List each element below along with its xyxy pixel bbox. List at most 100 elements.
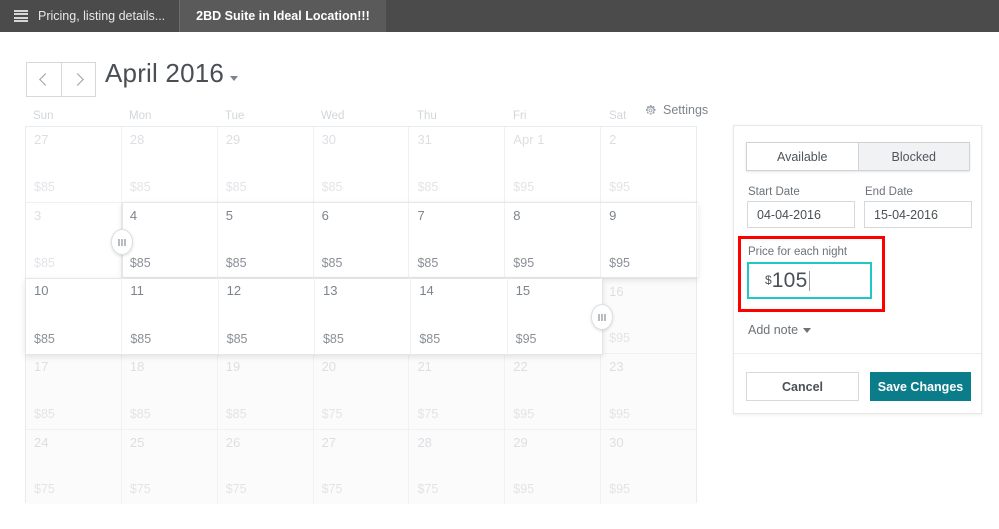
calendar-grid[interactable]: 27 $85 28 $85 29 $85 30 $85 31 $85 Apr 1 $95 2 $95 3 $8…: [25, 126, 698, 504]
calendar-day-cell[interactable]: 20 $75: [312, 354, 409, 429]
day-price: $75: [225, 481, 247, 496]
calendar-day-cell[interactable]: 28 $85: [120, 127, 217, 203]
calendar-day-cell[interactable]: 15 $95: [504, 278, 601, 354]
hamburger-icon[interactable]: [14, 10, 28, 22]
day-price: $85: [225, 331, 247, 346]
day-price: $95: [609, 255, 631, 270]
calendar-day-cell[interactable]: 7 $85: [408, 203, 505, 278]
calendar-day-cell[interactable]: Apr 1 $95: [504, 127, 600, 203]
calendar-day-cell[interactable]: 23 $95: [600, 354, 697, 429]
calendar-day-cell[interactable]: 28 $75: [408, 429, 505, 504]
prev-month-button[interactable]: [27, 63, 61, 96]
calendar-day-cell[interactable]: 19 $85: [216, 354, 313, 429]
day-price: $85: [34, 255, 55, 270]
calendar-day-cell[interactable]: 17 $85: [26, 354, 121, 429]
calendar-day-cell[interactable]: 24 $75: [26, 429, 121, 504]
day-number: 8: [513, 208, 521, 224]
calendar-day-cell[interactable]: 11 $85: [120, 278, 217, 354]
day-price: $95: [609, 406, 631, 421]
day-number: 3: [34, 208, 42, 224]
calendar-day-cell[interactable]: 14 $85: [408, 278, 505, 354]
save-changes-button[interactable]: Save Changes: [870, 372, 971, 401]
calendar-day-cell[interactable]: 25 $75: [120, 429, 217, 504]
calendar-week-row: 27 $85 28 $85 29 $85 30 $85 31 $85 Apr 1 $95 2 $95: [26, 127, 696, 203]
calendar-day-cell[interactable]: 31 $85: [408, 127, 504, 203]
day-price: $85: [129, 331, 151, 346]
calendar-day-cell[interactable]: 9 $95: [600, 203, 697, 278]
month-nav-group: [26, 62, 96, 97]
day-price: $75: [417, 481, 439, 496]
day-price: $85: [417, 180, 439, 195]
calendar-day-cell[interactable]: 5 $85: [216, 203, 313, 278]
day-price: $85: [321, 180, 343, 195]
calendar-day-cell[interactable]: 18 $85: [120, 354, 217, 429]
calendar-day-cell[interactable]: 27 $75: [312, 429, 409, 504]
day-price: $75: [321, 481, 343, 496]
end-date-input[interactable]: 15-04-2016: [864, 201, 972, 228]
day-number: 2: [609, 132, 617, 147]
day-price: $85: [34, 180, 55, 195]
tab-label: Pricing, listing details...: [38, 9, 166, 23]
day-price: $85: [225, 255, 247, 270]
start-date-input[interactable]: 04-04-2016: [747, 201, 855, 228]
day-price: $95: [513, 180, 535, 195]
day-number: 19: [225, 359, 241, 375]
blocked-label: Blocked: [891, 149, 936, 164]
calendar-week-row: 24 $75 25 $75 26 $75 27 $75 28 $75 29 $95 30 $95: [26, 428, 697, 504]
save-label: Save Changes: [877, 379, 964, 394]
selection-start-handle[interactable]: [111, 229, 133, 255]
availability-editor-panel: Available Blocked Start Date 04-04-2016 …: [733, 125, 982, 414]
calendar-day-cell[interactable]: 13 $85: [312, 278, 409, 354]
price-input[interactable]: $ 105: [747, 262, 872, 299]
calendar-day-cell[interactable]: 2 $95: [600, 127, 696, 203]
tab-label: 2BD Suite in Ideal Location!!!: [196, 9, 370, 23]
end-date-label: End Date: [865, 186, 913, 198]
tab-pricing-listing-details[interactable]: Pricing, listing details...: [0, 0, 180, 32]
add-note-toggle[interactable]: Add note: [748, 323, 812, 337]
chevron-left-icon: [39, 73, 52, 86]
tab-2bd-suite[interactable]: 2BD Suite in Ideal Location!!!: [179, 0, 386, 32]
cancel-button[interactable]: Cancel: [746, 372, 859, 401]
calendar-day-cell[interactable]: 30 $85: [312, 127, 409, 203]
chevron-down-icon[interactable]: [230, 76, 238, 81]
price-value: 105: [771, 268, 808, 292]
start-date-value: 04-04-2016: [757, 207, 821, 222]
day-price: $75: [417, 406, 439, 421]
available-option[interactable]: Available: [747, 143, 858, 170]
day-number: 23: [609, 359, 624, 375]
day-number: 14: [417, 283, 432, 299]
calendar-day-cell[interactable]: 6 $85: [312, 203, 409, 278]
day-number: 30: [321, 132, 337, 147]
calendar-day-cell[interactable]: 29 $95: [504, 429, 601, 504]
day-price: $85: [129, 406, 151, 421]
calendar-day-cell[interactable]: 12 $85: [216, 278, 313, 354]
availability-toggle: Available Blocked: [746, 142, 970, 171]
calendar-day-cell[interactable]: 29 $85: [216, 127, 313, 203]
day-number: 24: [34, 434, 49, 450]
calendar-day-cell[interactable]: 16 $95: [600, 278, 697, 354]
day-price: $85: [417, 255, 439, 270]
calendar-day-cell[interactable]: 21 $75: [408, 354, 505, 429]
day-price: $95: [513, 406, 535, 421]
day-number: 25: [129, 434, 145, 450]
day-price: $75: [129, 481, 151, 496]
browser-tab-bar: Pricing, listing details... 2BD Suite in…: [0, 0, 999, 32]
calendar-header: April 2016 Settings: [0, 32, 720, 117]
chevron-right-icon: [70, 73, 84, 86]
blocked-option[interactable]: Blocked: [857, 143, 969, 170]
calendar-day-cell[interactable]: 22 $95: [504, 354, 601, 429]
calendar-day-cell[interactable]: 3 $85: [26, 203, 121, 277]
month-title: April 2016: [105, 58, 225, 88]
next-month-button[interactable]: [61, 63, 95, 96]
day-price: $75: [34, 481, 55, 496]
calendar-day-cell[interactable]: 10 $85: [26, 278, 121, 354]
calendar-day-cell[interactable]: 30 $95: [600, 429, 697, 504]
day-price: $95: [513, 481, 535, 496]
calendar-day-cell[interactable]: 26 $75: [216, 429, 313, 504]
calendar-day-cell[interactable]: 4 $85: [120, 203, 217, 278]
selection-end-handle[interactable]: [591, 304, 613, 330]
calendar-day-cell[interactable]: 8 $95: [504, 203, 601, 278]
calendar-day-cell[interactable]: 27 $85: [26, 127, 121, 202]
day-price: $85: [417, 331, 439, 346]
chevron-down-icon: [803, 327, 812, 333]
